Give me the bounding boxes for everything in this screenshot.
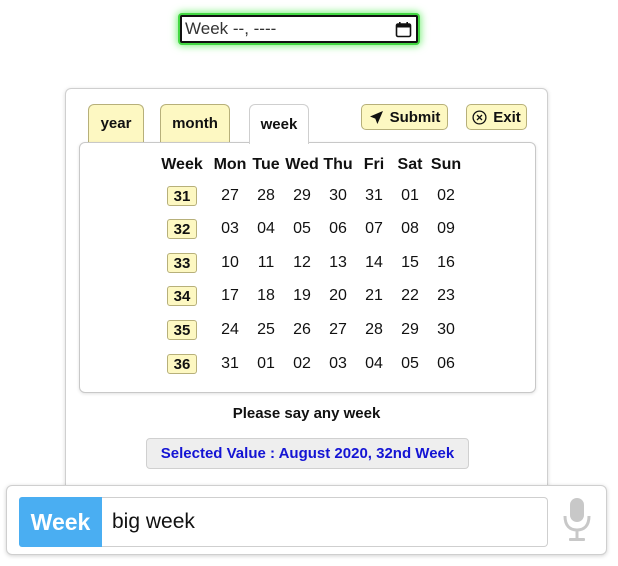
day-cell[interactable]: 12 (287, 254, 317, 272)
day-cell[interactable]: 01 (251, 355, 281, 373)
tab-year[interactable]: year (88, 104, 144, 142)
day-cell[interactable]: 06 (323, 220, 353, 238)
tab-month[interactable]: month (160, 104, 230, 142)
day-cell[interactable]: 29 (287, 187, 317, 205)
day-cell[interactable]: 28 (251, 187, 281, 205)
day-cell[interactable]: 17 (215, 287, 245, 305)
week-number-35[interactable]: 35 (167, 320, 197, 340)
day-cell[interactable]: 07 (359, 220, 389, 238)
week-picker-panel: year month week Submit Exit Week Mon Tue… (65, 88, 548, 508)
header-fri: Fri (363, 156, 385, 173)
day-cell[interactable]: 03 (215, 220, 245, 238)
header-sat: Sat (397, 156, 423, 173)
day-cell[interactable]: 09 (431, 220, 461, 238)
day-cell[interactable]: 27 (215, 187, 245, 205)
exit-label: Exit (493, 108, 521, 126)
week-calendar: Week Mon Tue Wed Thu Fri Sat Sun 31 27 2… (79, 142, 536, 393)
selected-value: Selected Value : August 2020, 32nd Week (146, 438, 469, 469)
day-cell[interactable]: 21 (359, 287, 389, 305)
day-cell[interactable]: 13 (323, 254, 353, 272)
day-cell[interactable]: 27 (323, 321, 353, 339)
day-cell[interactable]: 05 (395, 355, 425, 373)
header-wed: Wed (285, 156, 319, 173)
day-cell[interactable]: 02 (287, 355, 317, 373)
day-cell[interactable]: 28 (359, 321, 389, 339)
submit-label: Submit (389, 108, 441, 126)
header-mon: Mon (213, 156, 247, 173)
day-cell[interactable]: 01 (395, 187, 425, 205)
microphone-icon[interactable] (560, 494, 594, 544)
voice-input-bar: Week big week (6, 485, 607, 555)
day-cell[interactable]: 30 (431, 321, 461, 339)
day-cell[interactable]: 18 (251, 287, 281, 305)
day-cell[interactable]: 26 (287, 321, 317, 339)
week-number-36[interactable]: 36 (167, 354, 197, 374)
day-cell[interactable]: 31 (215, 355, 245, 373)
voice-prompt: Please say any week (232, 405, 381, 422)
day-cell[interactable]: 05 (287, 220, 317, 238)
header-tue: Tue (252, 156, 280, 173)
day-cell[interactable]: 14 (359, 254, 389, 272)
close-circle-icon (472, 109, 487, 125)
week-input-placeholder: Week --, ---- (185, 19, 277, 38)
submit-button[interactable]: Submit (361, 104, 448, 130)
day-cell[interactable]: 24 (215, 321, 245, 339)
tab-week[interactable]: week (249, 104, 309, 144)
exit-button[interactable]: Exit (466, 104, 527, 130)
week-input[interactable]: Week --, ---- (180, 15, 418, 43)
field-tag: Week (19, 497, 102, 547)
day-cell[interactable]: 25 (251, 321, 281, 339)
header-sun: Sun (430, 156, 462, 173)
day-cell[interactable]: 16 (431, 254, 461, 272)
day-cell[interactable]: 22 (395, 287, 425, 305)
day-cell[interactable]: 15 (395, 254, 425, 272)
day-cell[interactable]: 04 (359, 355, 389, 373)
day-cell[interactable]: 29 (395, 321, 425, 339)
day-cell[interactable]: 06 (431, 355, 461, 373)
day-cell[interactable]: 04 (251, 220, 281, 238)
day-cell[interactable]: 02 (431, 187, 461, 205)
week-number-34[interactable]: 34 (167, 286, 197, 306)
week-number-33[interactable]: 33 (167, 253, 197, 273)
calendar-icon[interactable] (395, 21, 412, 38)
send-icon (369, 110, 384, 125)
day-cell[interactable]: 03 (323, 355, 353, 373)
day-cell[interactable]: 23 (431, 287, 461, 305)
day-cell[interactable]: 20 (323, 287, 353, 305)
day-cell[interactable]: 31 (359, 187, 389, 205)
header-week: Week (161, 156, 203, 173)
week-number-32[interactable]: 32 (167, 219, 197, 239)
day-cell[interactable]: 19 (287, 287, 317, 305)
voice-text-input[interactable]: big week (102, 497, 548, 547)
day-cell[interactable]: 30 (323, 187, 353, 205)
day-cell[interactable]: 11 (251, 254, 281, 272)
day-cell[interactable]: 08 (395, 220, 425, 238)
week-number-31[interactable]: 31 (167, 186, 197, 206)
day-cell[interactable]: 10 (215, 254, 245, 272)
header-thu: Thu (323, 156, 353, 173)
